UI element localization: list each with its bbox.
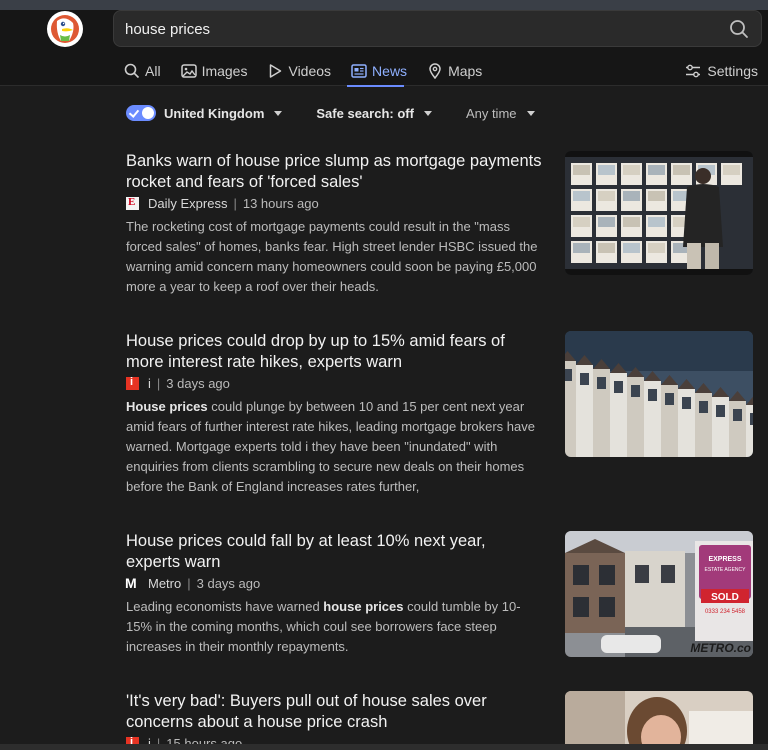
result-thumbnail[interactable] bbox=[565, 151, 753, 275]
source-name: Metro bbox=[148, 575, 182, 591]
result-title-link[interactable]: House prices could fall by at least 10% … bbox=[126, 531, 506, 573]
map-pin-icon bbox=[429, 63, 441, 79]
news-result: House prices could drop by up to 15% ami… bbox=[126, 331, 756, 501]
region-label: United Kingdom bbox=[164, 105, 265, 121]
tab-all[interactable]: All bbox=[124, 60, 161, 82]
result-source: M Metro | 3 days ago bbox=[125, 574, 261, 591]
result-snippet: Leading economists have warned house pri… bbox=[126, 597, 546, 657]
metro-favicon-icon: M bbox=[125, 574, 139, 591]
toggle-knob bbox=[142, 107, 154, 119]
sign-text: EXPRESS bbox=[708, 556, 741, 563]
caret-down-icon bbox=[274, 110, 283, 116]
result-title-link[interactable]: Banks warn of house price slump as mortg… bbox=[126, 151, 546, 193]
sold-sign-image: EXPRESS ESTATE AGENCY SOLD 0333 234 5458… bbox=[565, 531, 753, 657]
search-icon bbox=[124, 63, 140, 79]
news-result: House prices could fall by at least 10% … bbox=[125, 531, 756, 661]
favicon-letter: E bbox=[128, 195, 136, 208]
sign-text: SOLD bbox=[711, 592, 739, 603]
tab-label: Images bbox=[201, 63, 248, 79]
search-tabs: All Images Videos News Maps bbox=[124, 60, 502, 86]
tab-label: Videos bbox=[288, 63, 332, 79]
express-favicon-icon: E bbox=[126, 195, 139, 210]
snippet-text: Leading economists have warned bbox=[126, 599, 324, 614]
estate-agent-window-image bbox=[565, 151, 753, 275]
news-result: 'It's very bad': Buyers pull out of hous… bbox=[126, 691, 756, 750]
sign-text: 0333 234 5458 bbox=[705, 609, 746, 615]
time-label: Any time bbox=[465, 105, 517, 121]
settings-button[interactable]: Settings bbox=[685, 60, 758, 82]
result-snippet: The rocketing cost of mortgage payments … bbox=[126, 217, 546, 297]
taskbar bbox=[0, 744, 768, 750]
result-thumbnail[interactable]: EXPRESS ESTATE AGENCY SOLD 0333 234 5458… bbox=[565, 531, 753, 657]
snippet-bold: House prices bbox=[126, 399, 208, 414]
result-thumbnail[interactable] bbox=[565, 691, 753, 750]
result-title-link[interactable]: House prices could drop by up to 15% ami… bbox=[126, 331, 546, 373]
news-result: Banks warn of house price slump as mortg… bbox=[126, 151, 756, 301]
region-toggle[interactable] bbox=[126, 105, 156, 121]
result-source: i i | 3 days ago bbox=[126, 375, 230, 391]
region-filter[interactable]: United Kingdom bbox=[164, 105, 283, 121]
image-icon bbox=[180, 64, 197, 78]
search-input[interactable] bbox=[125, 19, 715, 39]
worried-buyer-image bbox=[565, 691, 753, 750]
tab-label: News bbox=[372, 63, 408, 79]
separator: | bbox=[233, 195, 237, 211]
duckduckgo-logo[interactable] bbox=[47, 11, 83, 47]
header: All Images Videos News Maps Settings bbox=[0, 10, 768, 87]
separator: | bbox=[187, 575, 191, 591]
settings-label: Settings bbox=[707, 63, 758, 79]
tab-maps[interactable]: Maps bbox=[427, 60, 482, 82]
search-icon[interactable] bbox=[729, 19, 749, 39]
result-time: 3 days ago bbox=[166, 375, 230, 391]
tab-videos[interactable]: Videos bbox=[267, 60, 331, 82]
check-icon bbox=[128, 107, 140, 118]
favicon-letter: i bbox=[130, 375, 134, 388]
separator: | bbox=[156, 375, 161, 391]
snippet-bold: house prices bbox=[323, 599, 404, 614]
tab-label: All bbox=[145, 63, 161, 79]
newspaper-icon bbox=[351, 64, 367, 78]
caret-down-icon bbox=[526, 110, 535, 116]
caret-down-icon bbox=[423, 110, 432, 116]
duck-logo-icon bbox=[48, 12, 82, 46]
favicon-letter: M bbox=[125, 574, 137, 591]
snippet-text: The rocketing cost of mortgage payments … bbox=[126, 219, 538, 294]
source-name: i bbox=[148, 375, 151, 391]
tab-images[interactable]: Images bbox=[180, 60, 248, 82]
terraced-houses-image bbox=[565, 331, 753, 457]
sliders-icon bbox=[686, 64, 701, 78]
source-name: Daily Express bbox=[148, 195, 228, 211]
play-icon bbox=[270, 64, 282, 78]
result-title-link[interactable]: 'It's very bad': Buyers pull out of hous… bbox=[126, 691, 526, 733]
watermark-text: METRO.co bbox=[690, 641, 751, 655]
time-filter[interactable]: Any time bbox=[466, 106, 535, 121]
tab-news[interactable]: News bbox=[351, 60, 407, 82]
result-thumbnail[interactable] bbox=[565, 331, 753, 457]
safe-search-filter[interactable]: Safe search: off bbox=[316, 106, 432, 121]
safe-search-label: Safe search: off bbox=[316, 105, 414, 121]
window-top-strip bbox=[0, 0, 768, 10]
sign-text: ESTATE AGENCY bbox=[705, 567, 747, 573]
filter-bar: United Kingdom Safe search: off Any time bbox=[126, 102, 569, 124]
result-time: 13 hours ago bbox=[242, 195, 319, 211]
i-newspaper-favicon-icon: i bbox=[126, 375, 139, 390]
search-box[interactable] bbox=[113, 10, 762, 47]
tab-label: Maps bbox=[448, 63, 483, 79]
result-time: 3 days ago bbox=[196, 575, 261, 591]
result-source: E Daily Express | 13 hours ago bbox=[126, 195, 319, 211]
active-tab-indicator bbox=[347, 85, 404, 87]
